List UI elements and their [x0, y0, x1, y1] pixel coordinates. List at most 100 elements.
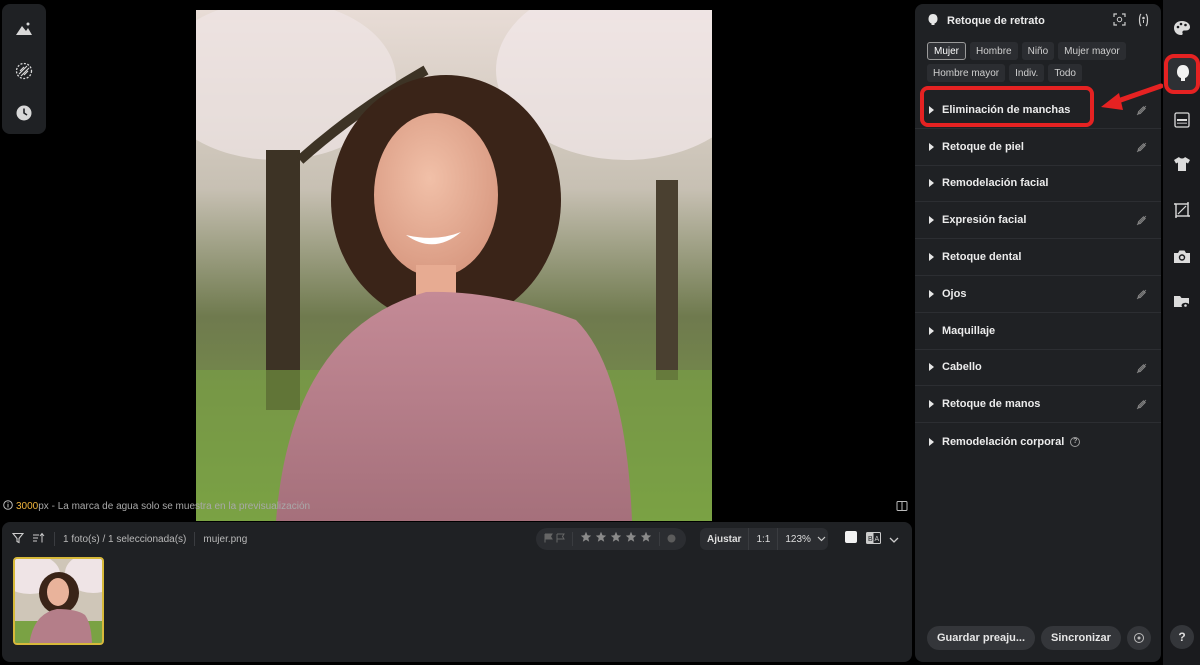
zoom-level-value: 123%	[785, 533, 811, 545]
edited-icon	[1136, 289, 1147, 300]
module-rail	[1163, 0, 1200, 665]
edited-icon	[1136, 215, 1147, 226]
section-label: Retoque de manos	[942, 398, 1041, 411]
header-actions	[1113, 12, 1149, 30]
zoom-level-select[interactable]: 123%	[778, 528, 833, 550]
fit-button[interactable]: Ajustar	[700, 528, 750, 550]
expand-icon	[929, 105, 934, 114]
photo-count: 1 foto(s) / 1 seleccionada(s)	[63, 533, 187, 545]
expand-icon	[929, 216, 934, 225]
divider	[54, 532, 55, 546]
panel-header: Retoque de retrato	[915, 4, 1161, 38]
color-label-dot[interactable]	[667, 530, 676, 548]
chip-indiv[interactable]: Indiv.	[1009, 64, 1045, 82]
expand-icon	[929, 326, 934, 335]
edited-icon	[1136, 142, 1147, 153]
zoom-controls: Ajustar 1:1 123%	[700, 528, 828, 550]
crop-icon[interactable]	[1170, 198, 1194, 222]
section-label: Eliminación de manchas	[942, 103, 1071, 116]
photo-thumbnail[interactable]	[13, 557, 104, 645]
landscape-tool-icon[interactable]	[7, 12, 41, 46]
one-to-one-button[interactable]: 1:1	[749, 528, 779, 550]
face-icon	[1175, 64, 1191, 87]
section-face-reshape[interactable]: Remodelación facial	[915, 166, 1161, 203]
svg-text:A: A	[875, 536, 880, 543]
gradient-icon[interactable]	[1170, 108, 1194, 132]
expand-icon	[929, 363, 934, 372]
star-icon[interactable]	[640, 530, 652, 548]
section-body-reshape[interactable]: Remodelación corporal ?	[915, 423, 1161, 460]
expand-icon	[929, 142, 934, 151]
filter-icon[interactable]	[11, 532, 25, 547]
chevron-down-icon[interactable]	[889, 531, 899, 549]
face-icon	[927, 13, 939, 29]
divider	[194, 532, 196, 546]
body-detect-icon[interactable]	[1138, 13, 1149, 30]
divider	[572, 532, 573, 546]
star-icon[interactable]	[595, 530, 607, 548]
section-blemish-removal[interactable]: Eliminación de manchas	[915, 92, 1161, 129]
chip-hombre[interactable]: Hombre	[970, 42, 1018, 60]
flag-icon[interactable]	[544, 530, 553, 548]
reject-flag-icon[interactable]	[556, 530, 565, 548]
sync-settings-icon[interactable]	[1126, 626, 1151, 650]
section-dental-retouch[interactable]: Retoque dental	[915, 239, 1161, 276]
single-view-icon[interactable]	[844, 530, 858, 549]
star-icon[interactable]	[625, 530, 637, 548]
edited-icon	[1136, 399, 1147, 410]
section-label: Expresión facial	[942, 214, 1027, 227]
section-label: Remodelación facial	[942, 177, 1049, 190]
chip-nino[interactable]: Niño	[1021, 42, 1055, 60]
watermark-note: - La marca de agua solo se muestra en la…	[48, 501, 311, 512]
section-hand-retouch[interactable]: Retoque de manos	[915, 386, 1161, 424]
section-skin-retouch[interactable]: Retoque de piel	[915, 129, 1161, 166]
chip-mujer[interactable]: Mujer	[927, 42, 967, 60]
camera-icon[interactable]	[1170, 244, 1194, 268]
retouch-sections: Eliminación de manchas Retoque de piel R…	[915, 92, 1161, 460]
help-icon[interactable]: ?	[1070, 436, 1081, 447]
texture-tool-icon[interactable]	[7, 54, 41, 88]
file-name: mujer.png	[203, 533, 248, 545]
resolution-value: 3000	[16, 501, 39, 512]
edited-icon	[1136, 105, 1147, 116]
main-photo[interactable]	[196, 10, 712, 521]
chip-mujer-mayor[interactable]: Mujer mayor	[1058, 42, 1126, 60]
shirt-icon[interactable]	[1170, 152, 1194, 176]
help-button[interactable]: ?	[1170, 625, 1194, 649]
sort-icon[interactable]	[32, 532, 46, 547]
svg-text:B: B	[868, 536, 873, 543]
expand-icon	[929, 179, 934, 188]
expand-icon	[929, 437, 934, 446]
history-icon[interactable]	[7, 96, 41, 130]
filmstrip-panel: 1 foto(s) / 1 seleccionada(s) mujer.png …	[2, 522, 912, 662]
section-hair[interactable]: Cabello	[915, 350, 1161, 387]
panel-footer: Guardar preaju... Sincronizar	[927, 626, 1151, 650]
section-label: Maquillaje	[942, 324, 996, 337]
before-after-icon[interactable]: BA	[866, 531, 881, 549]
sync-button[interactable]: Sincronizar	[1041, 626, 1121, 650]
face-detect-icon[interactable]	[1113, 12, 1126, 30]
rating-bar	[536, 528, 686, 550]
star-icon[interactable]	[580, 530, 592, 548]
left-tool-rail	[2, 4, 46, 134]
star-icon[interactable]	[610, 530, 622, 548]
resolution-unit: px	[38, 501, 49, 512]
folder-eye-icon[interactable]	[1170, 290, 1194, 314]
chip-todo[interactable]: Todo	[1048, 64, 1082, 82]
panel-title: Retoque de retrato	[947, 15, 1045, 27]
section-label: Cabello	[942, 361, 982, 374]
portrait-retouch-panel: Retoque de retrato Mujer Hombre Niño Muj…	[915, 4, 1161, 662]
subject-chips: Mujer Hombre Niño Mujer mayor Hombre may…	[915, 38, 1161, 82]
chip-hombre-mayor[interactable]: Hombre mayor	[927, 64, 1006, 82]
expand-icon	[929, 400, 934, 409]
section-label: Remodelación corporal	[942, 435, 1065, 448]
section-makeup[interactable]: Maquillaje	[915, 313, 1161, 350]
portrait-module-button[interactable]	[1164, 54, 1200, 94]
section-eyes[interactable]: Ojos	[915, 276, 1161, 313]
edited-icon	[1136, 363, 1147, 374]
section-facial-expression[interactable]: Expresión facial	[915, 202, 1161, 240]
info-icon	[3, 500, 13, 513]
palette-icon[interactable]	[1170, 16, 1194, 40]
save-preset-button[interactable]: Guardar preaju...	[927, 626, 1036, 650]
compare-view-icon[interactable]	[896, 499, 910, 513]
